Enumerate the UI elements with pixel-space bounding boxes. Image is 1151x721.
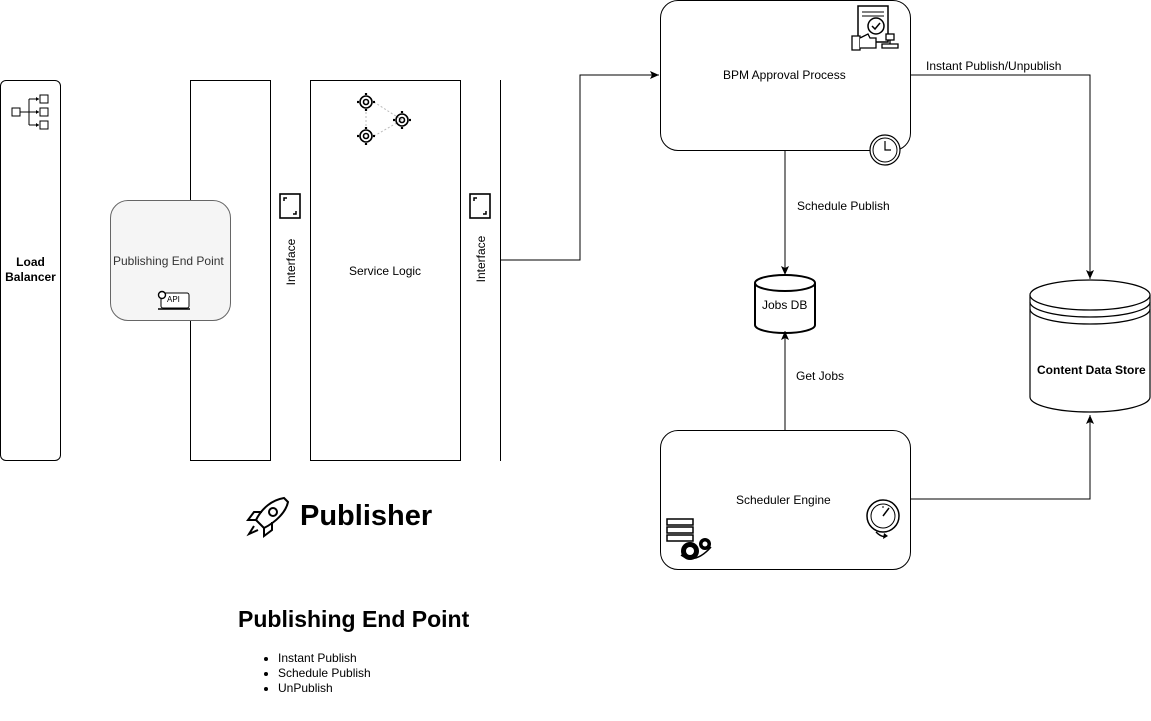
list-item: Instant Publish (278, 651, 371, 666)
edge-interface-to-bpm (501, 71, 659, 261)
notes-title: Publishing End Point (238, 606, 470, 632)
edge-label-schedule-publish: Schedule Publish (797, 199, 890, 213)
list-item: Schedule Publish (278, 666, 371, 681)
edge-label-get-jobs: Get Jobs (796, 369, 845, 383)
list-item: UnPublish (278, 681, 371, 696)
connectors-layer (501, 71, 1094, 500)
edge-bpm-instant-publish (911, 74, 1094, 279)
edge-scheduler-to-store (911, 415, 1094, 500)
notes-list: Instant Publish Schedule Publish UnPubli… (263, 651, 371, 696)
edge-label-instant-publish: Instant Publish/Unpublish (926, 59, 1062, 73)
